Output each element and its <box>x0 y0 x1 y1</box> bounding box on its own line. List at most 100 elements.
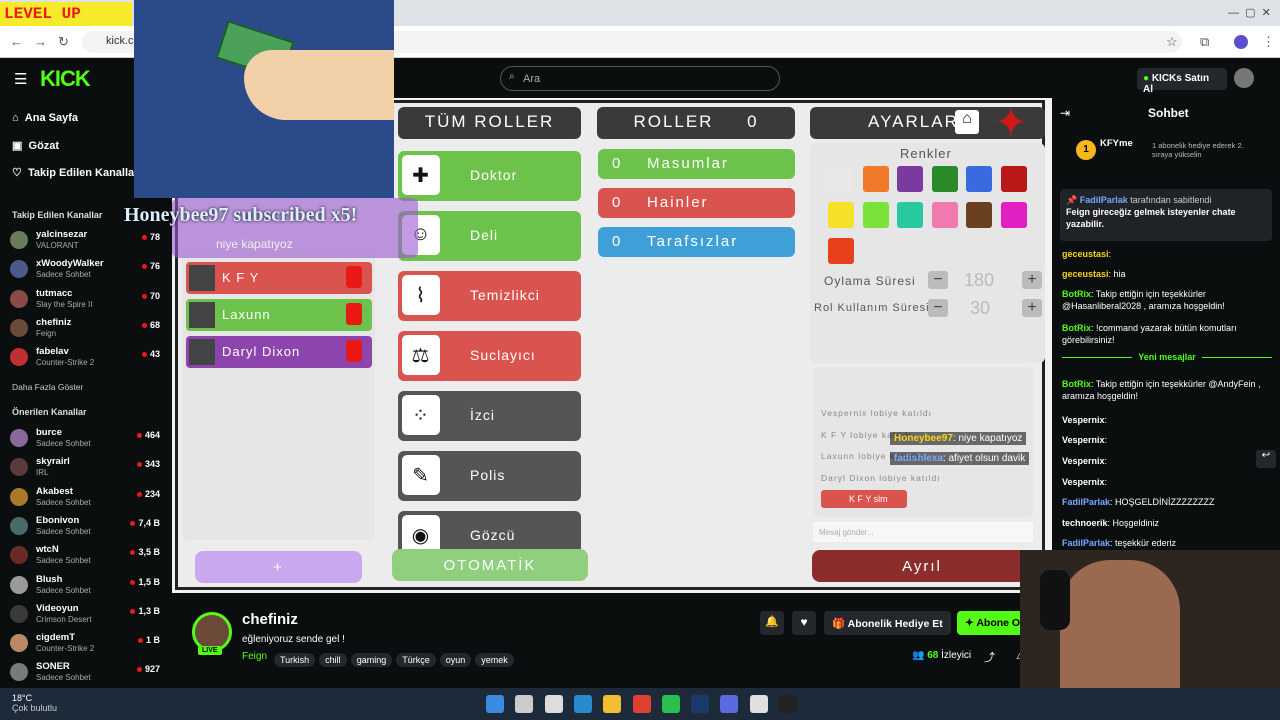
role-button[interactable]: ⚖ Suclayıcı <box>398 331 581 381</box>
role-increase-button[interactable]: + <box>1022 299 1042 317</box>
color-swatch[interactable] <box>828 202 854 228</box>
chat-username[interactable]: geceustasi <box>1062 249 1109 259</box>
chat-username[interactable]: Vespernix <box>1062 435 1105 445</box>
color-swatch[interactable] <box>931 202 958 228</box>
role-button[interactable]: ✎ Polis <box>398 451 581 501</box>
channel-item-skyrairl[interactable]: skyrairl IRL 343 <box>10 456 160 482</box>
nav-home[interactable]: ⌂ Ana Sayfa <box>12 112 78 124</box>
chat-username[interactable]: BotRix <box>1062 379 1091 389</box>
color-swatch[interactable] <box>1000 202 1027 228</box>
stream-category[interactable]: Feign <box>242 651 267 662</box>
vote-decrease-button[interactable]: − <box>928 271 948 289</box>
taskbar-app-icon[interactable] <box>720 695 739 713</box>
role-button[interactable]: ✚ Doktor <box>398 151 581 201</box>
channel-item-soner[interactable]: SONER Sadece Sohbet 927 <box>10 661 160 687</box>
taskbar-app-icon[interactable] <box>515 695 534 713</box>
role-decrease-button[interactable]: − <box>928 299 948 317</box>
add-player-button[interactable]: + <box>195 551 362 583</box>
color-swatch[interactable] <box>897 166 923 192</box>
player-row[interactable]: Laxunn <box>186 299 372 331</box>
chat-username[interactable]: geceustasi <box>1062 269 1109 279</box>
channel-item-xwoodywalker[interactable]: xWoodyWalker Sadece Sohbet 76 <box>10 258 160 284</box>
share-icon[interactable]: ⤴ <box>984 649 995 665</box>
role-button[interactable]: ⁘ İzci <box>398 391 581 441</box>
chat-username[interactable]: BotRix <box>1062 323 1091 333</box>
channel-item-chefiniz[interactable]: chefiniz Feign 68 <box>10 317 160 343</box>
reload-icon[interactable]: ↻ <box>58 34 69 50</box>
channel-item-akabest[interactable]: Akabest Sadece Sohbet 234 <box>10 486 160 512</box>
otomatik-button[interactable]: OTOMATİK <box>392 549 588 581</box>
channel-item-fabelav[interactable]: fabelav Counter-Strike 2 43 <box>10 346 160 372</box>
kick-player-button[interactable] <box>346 303 362 325</box>
role-button[interactable]: ⌇ Temizlikci <box>398 271 581 321</box>
color-swatch[interactable] <box>1000 166 1027 192</box>
user-avatar[interactable] <box>1234 68 1254 88</box>
channel-item-videoyun[interactable]: Videoyun Crimson Desert 1,3 B <box>10 603 160 629</box>
kick-player-button[interactable] <box>346 340 362 362</box>
taskbar-app-icon[interactable] <box>573 695 592 713</box>
player-row[interactable]: Daryl Dixon <box>186 336 372 368</box>
search-input[interactable]: Ara <box>500 66 780 91</box>
gift-sub-button[interactable]: 🎁 Abonelik Hediye Et <box>824 611 951 635</box>
stream-tag[interactable]: Türkçe <box>396 653 436 667</box>
color-swatch[interactable] <box>862 202 889 228</box>
kicks-buy-button[interactable]: ● KICKs Satın Al <box>1137 68 1227 95</box>
stream-tag[interactable]: oyun <box>439 653 472 667</box>
channel-item-cigdemt[interactable]: cigdemT Counter-Strike 2 1 B <box>10 632 160 658</box>
taskbar-app-icon[interactable] <box>632 695 651 713</box>
weather-widget[interactable]: 18°C Çok bulutlu <box>12 693 57 713</box>
color-swatch[interactable] <box>966 166 992 192</box>
taskbar-app-icon[interactable] <box>486 695 504 713</box>
kick-player-button[interactable] <box>346 266 362 288</box>
kick-logo[interactable]: KICK <box>40 66 91 92</box>
taskbar-app-icon[interactable] <box>749 695 768 713</box>
channel-name[interactable]: chefiniz <box>242 611 298 628</box>
back-icon[interactable]: ← <box>10 34 23 49</box>
chat-username[interactable]: FadilParlak <box>1062 497 1110 507</box>
lobby-message-input[interactable]: Mesaj gönder... <box>813 522 1033 542</box>
color-swatch[interactable] <box>966 202 992 228</box>
taskbar-app-icon[interactable] <box>779 695 797 713</box>
taskbar-app-icon[interactable] <box>661 695 680 713</box>
show-more-link[interactable]: Daha Fazla Göster <box>12 382 83 392</box>
chat-username[interactable]: Vespernix <box>1062 415 1105 425</box>
profile-avatar[interactable] <box>1234 35 1248 49</box>
reply-icon[interactable]: ↩ <box>1256 450 1276 468</box>
bell-icon[interactable]: 🔔 <box>760 611 784 635</box>
color-swatch[interactable] <box>862 166 889 192</box>
hamburger-menu-icon[interactable]: ☰ <box>14 70 27 88</box>
top-gifter-name[interactable]: KFYme <box>1100 138 1133 149</box>
browser-menu-icon[interactable]: ⋮ <box>1262 34 1275 50</box>
collapse-chat-icon[interactable]: ⇥ <box>1060 106 1070 120</box>
nav-browse[interactable]: ▣ Gözat <box>12 139 59 152</box>
hanger-icon[interactable]: ⌂ <box>955 110 979 134</box>
channel-item-tutmacc[interactable]: tutmacc Slay the Spire II 70 <box>10 288 160 314</box>
chat-username[interactable]: technoerik <box>1062 518 1108 528</box>
player-row[interactable]: K F Y <box>186 262 372 294</box>
nav-following[interactable]: ♡ Takip Edilen Kanallar <box>12 166 138 179</box>
vote-increase-button[interactable]: + <box>1022 271 1042 289</box>
chat-username[interactable]: Vespernix <box>1062 477 1105 487</box>
taskbar-app-icon[interactable] <box>544 695 563 713</box>
chat-username[interactable]: BotRix <box>1062 289 1091 299</box>
channel-item-blush[interactable]: Blush Sadece Sohbet 1,5 B <box>10 574 160 600</box>
color-swatch[interactable] <box>828 238 854 264</box>
chat-username[interactable]: Vespernix <box>1062 456 1105 466</box>
leave-button[interactable]: Ayrıl <box>812 550 1032 582</box>
stream-tag[interactable]: gaming <box>350 653 393 667</box>
color-swatch[interactable] <box>897 202 923 228</box>
channel-item-ebonivon[interactable]: Ebonivon Sadece Sohbet 7,4 B <box>10 515 160 541</box>
color-swatch[interactable] <box>931 166 958 192</box>
channel-item-wtcn[interactable]: wtcN Sadece Sohbet 3,5 B <box>10 544 160 570</box>
stream-tag[interactable]: yemek <box>475 653 514 667</box>
taskbar-app-icon[interactable] <box>603 695 622 713</box>
stream-tag[interactable]: chill <box>319 653 347 667</box>
color-swatch[interactable] <box>828 166 854 192</box>
role-button[interactable]: ☺ Deli <box>398 211 581 261</box>
follow-heart-icon[interactable]: ♥ <box>792 611 816 635</box>
channel-item-burce[interactable]: burce Sadece Sohbet 464 <box>10 427 160 453</box>
forward-icon[interactable]: → <box>34 34 47 49</box>
window-controls[interactable]: — ▢ ✕ <box>1228 6 1271 19</box>
channel-item-yalcinsezar[interactable]: yalcinsezar VALORANT 78 <box>10 229 160 255</box>
extensions-icon[interactable]: ⧉ <box>1200 34 1209 50</box>
